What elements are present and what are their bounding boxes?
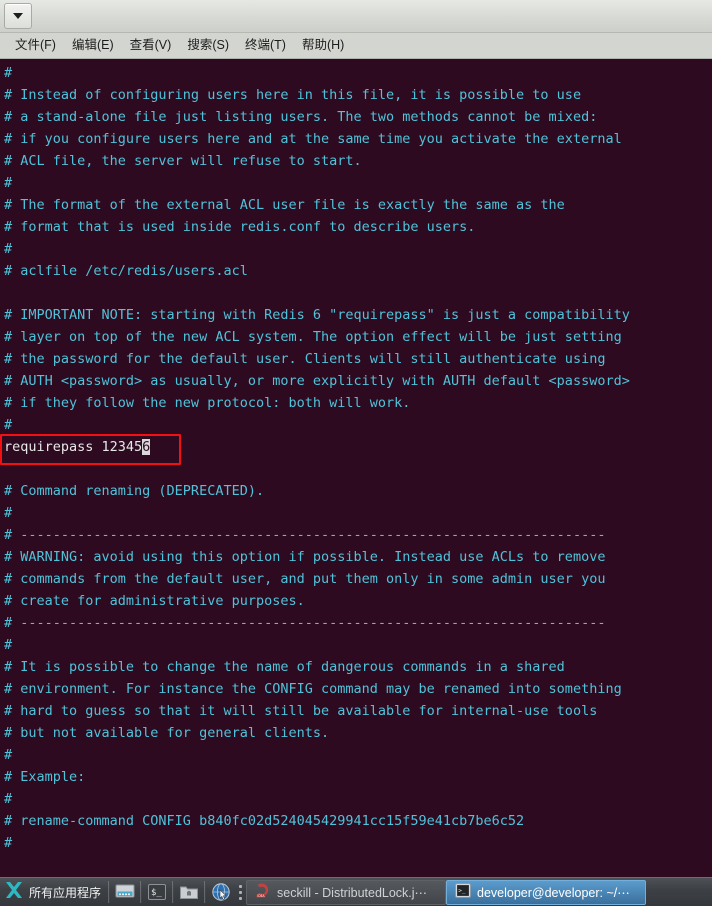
terminal-line: # if they follow the new protocol: both … (4, 395, 411, 411)
terminal-line: # layer on top of the new ACL system. Th… (4, 329, 622, 345)
tab-list-button[interactable] (4, 3, 32, 29)
show-desktop-icon[interactable] (112, 880, 138, 905)
svg-text:IDEA: IDEA (257, 894, 265, 898)
window-button-label: seckill - DistributedLock.j⋯ (277, 885, 428, 900)
terminal-line: # format that is used inside redis.conf … (4, 219, 476, 235)
menu-file[interactable]: 文件(F) (7, 37, 64, 55)
menu-view[interactable]: 查看(V) (122, 37, 180, 55)
taskbar-separator (140, 881, 143, 903)
text-cursor: 6 (142, 439, 151, 455)
chevron-down-icon (13, 13, 23, 19)
file-manager-icon[interactable] (176, 880, 202, 905)
terminal-line: # (4, 417, 13, 433)
terminal-line: # Instead of configuring users here in t… (4, 87, 582, 103)
terminal-line: # Command renaming (DEPRECATED). (4, 483, 265, 499)
terminal-line: # if you configure users here and at the… (4, 131, 622, 147)
terminal-line: # (4, 241, 13, 257)
terminal-launcher-icon[interactable]: $_ (144, 880, 170, 905)
svg-text:>_: >_ (458, 888, 466, 895)
terminal-line: # (4, 65, 13, 81)
intellij-idea-icon: IDEA (255, 882, 271, 902)
window-titlebar (0, 0, 712, 33)
taskbar-separator (108, 881, 111, 903)
terminal-line: # create for administrative purposes. (4, 593, 305, 609)
terminal-line: # ACL file, the server will refuse to st… (4, 153, 362, 169)
start-menu-label: 所有应用程序 (29, 885, 102, 900)
menu-search[interactable]: 搜索(S) (179, 37, 237, 55)
taskbar-separator (172, 881, 175, 903)
terminal-icon: >_ (455, 883, 471, 901)
terminal-line: # (4, 791, 13, 807)
terminal-line: # AUTH <password> as usually, or more ex… (4, 373, 630, 389)
terminal-line: # rename-command CONFIG b840fc02d5240454… (4, 813, 525, 829)
terminal-line: # (4, 747, 13, 763)
menu-help[interactable]: 帮助(H) (294, 37, 352, 55)
terminal-line: # Example: (4, 769, 86, 785)
window-button-label: developer@developer: ~/⋯ (477, 885, 630, 900)
terminal-line: # The format of the external ACL user fi… (4, 197, 565, 213)
svg-text:$_: $_ (151, 888, 162, 898)
terminal-line: # environment. For instance the CONFIG c… (4, 681, 622, 697)
terminal-config-line: requirepass 123456 (4, 439, 151, 455)
terminal-output[interactable]: # # Instead of configuring users here in … (0, 59, 712, 877)
menu-terminal[interactable]: 终端(T) (237, 37, 294, 55)
desktop-root: 文件(F) 编辑(E) 查看(V) 搜索(S) 终端(T) 帮助(H) # # I… (0, 0, 712, 906)
terminal-line: # --------------------------------------… (4, 527, 606, 543)
terminal-line: # a stand-alone file just listing users.… (4, 109, 598, 125)
window-button-seckill[interactable]: IDEA seckill - DistributedLock.j⋯ (246, 879, 447, 905)
taskbar: 所有应用程序 $_ IDEA seckill - DistributedLock… (0, 877, 712, 906)
terminal-line: # (4, 835, 13, 851)
terminal-line: # IMPORTANT NOTE: starting with Redis 6 … (4, 307, 630, 323)
terminal-line: # --------------------------------------… (4, 615, 606, 631)
terminal-line: # (4, 637, 13, 653)
terminal-line: # commands from the default user, and pu… (4, 571, 606, 587)
terminal-line: # but not available for general clients. (4, 725, 330, 741)
terminal-line: # the password for the default user. Cli… (4, 351, 606, 367)
web-browser-icon[interactable] (208, 880, 234, 905)
terminal-line: # It is possible to change the name of d… (4, 659, 565, 675)
menu-edit[interactable]: 编辑(E) (64, 37, 122, 55)
terminal-line: # aclfile /etc/redis/users.acl (4, 263, 248, 279)
taskbar-drag-handle[interactable] (236, 881, 244, 903)
menubar: 文件(F) 编辑(E) 查看(V) 搜索(S) 终端(T) 帮助(H) (0, 33, 712, 59)
applications-logo-icon (3, 879, 25, 906)
taskbar-separator (204, 881, 207, 903)
terminal-line: # (4, 175, 13, 191)
start-menu-button[interactable]: 所有应用程序 (0, 878, 106, 906)
terminal-line: # (4, 505, 13, 521)
terminal-line: # hard to guess so that it will still be… (4, 703, 598, 719)
terminal-line: # WARNING: avoid using this option if po… (4, 549, 606, 565)
window-button-terminal[interactable]: >_ developer@developer: ~/⋯ (446, 879, 647, 905)
